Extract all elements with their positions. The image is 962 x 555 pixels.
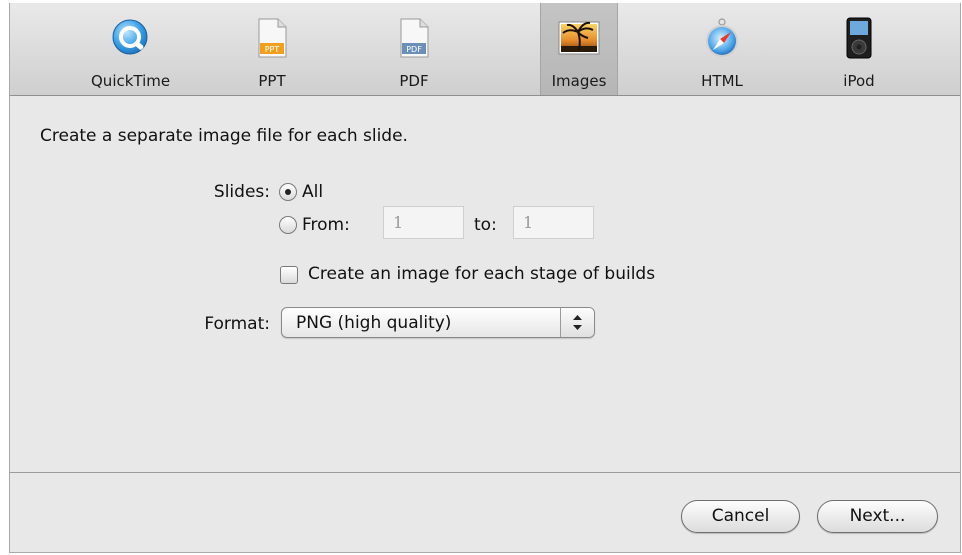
all-slides-label[interactable]: All — [302, 182, 323, 202]
up-down-arrows-icon — [573, 315, 582, 330]
to-label: to: — [474, 215, 497, 235]
slides-label: Slides: — [213, 182, 270, 202]
from-slide-field[interactable]: 1 — [383, 206, 464, 239]
cancel-button[interactable]: Cancel — [681, 500, 800, 533]
format-popup[interactable]: PNG (high quality) — [281, 307, 595, 338]
quicktime-icon — [112, 19, 148, 55]
from-slides-radio[interactable] — [279, 216, 297, 234]
ipod-icon — [846, 17, 872, 59]
export-dialog: QuickTime PPT PPT PDF PDF Images HTML iP… — [9, 3, 961, 553]
from-label[interactable]: From: — [302, 215, 350, 235]
format-label: Format: — [204, 314, 270, 334]
tab-html[interactable]: HTML — [683, 3, 761, 95]
safari-compass-icon — [706, 18, 738, 57]
tab-label: PPT — [258, 72, 286, 90]
svg-text:PPT: PPT — [265, 45, 280, 54]
ppt-document-icon: PPT — [258, 18, 287, 58]
tab-images[interactable]: Images — [540, 3, 618, 95]
format-selected-value: PNG (high quality) — [296, 313, 452, 333]
dialog-footer: Cancel Next... — [10, 473, 960, 552]
next-button[interactable]: Next... — [817, 500, 938, 533]
all-slides-radio[interactable] — [279, 183, 297, 201]
tab-ppt[interactable]: PPT PPT — [233, 3, 311, 95]
radio-selected-dot — [285, 189, 291, 195]
tab-ipod[interactable]: iPod — [820, 3, 898, 95]
tab-label: PDF — [399, 72, 429, 90]
pdf-document-icon: PDF — [400, 18, 429, 58]
svg-text:PDF: PDF — [406, 45, 422, 54]
export-format-toolbar: QuickTime PPT PPT PDF PDF Images HTML iP… — [10, 3, 960, 96]
to-slide-field[interactable]: 1 — [513, 206, 594, 239]
popup-arrows — [560, 308, 594, 337]
panel-description: Create a separate image file for each sl… — [40, 126, 408, 146]
tab-label: QuickTime — [91, 72, 171, 90]
tab-label: HTML — [701, 72, 743, 90]
images-export-panel: Create a separate image file for each sl… — [10, 96, 960, 472]
builds-label[interactable]: Create an image for each stage of builds — [308, 264, 655, 284]
tab-label: iPod — [843, 72, 875, 90]
tab-pdf[interactable]: PDF PDF — [375, 3, 453, 95]
builds-checkbox[interactable] — [280, 266, 298, 284]
tab-quicktime[interactable]: QuickTime — [91, 3, 171, 95]
image-palm-icon — [558, 21, 600, 55]
tab-label: Images — [551, 72, 607, 90]
